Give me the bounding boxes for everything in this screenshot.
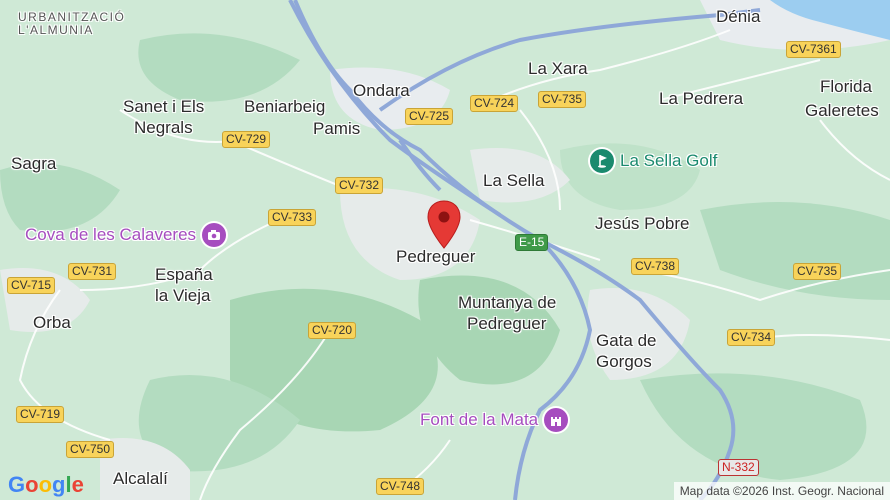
road-shield-cv734: CV-734 xyxy=(727,329,776,346)
road-shield-cv748: CV-748 xyxy=(376,478,425,495)
road-shield-cv715: CV-715 xyxy=(7,277,56,294)
road-shield-cv733: CV-733 xyxy=(268,209,317,226)
place-muntanya-line1: Muntanya de xyxy=(458,293,557,312)
place-urbanitzacio-line2: L'ALMUNIA xyxy=(18,23,94,37)
road-shield-cv735-east: CV-735 xyxy=(793,263,842,280)
poi-font-mata-label: Font de la Mata xyxy=(420,410,539,429)
place-la-pedrera: La Pedrera xyxy=(659,89,744,108)
road-shield-cv719: CV-719 xyxy=(16,406,65,423)
google-logo: Google xyxy=(8,472,84,497)
place-sagra: Sagra xyxy=(11,154,57,173)
place-sanet-line1: Sanet i Els xyxy=(123,97,205,116)
poi-cova-label: Cova de les Calaveres xyxy=(25,225,197,244)
place-alcalali: Alcalalí xyxy=(113,469,168,488)
place-pamis: Pamis xyxy=(313,119,361,138)
place-espana-line2: la Vieja xyxy=(155,286,211,305)
road-shield-cv750: CV-750 xyxy=(66,441,115,458)
golf-icon xyxy=(590,149,614,173)
map-canvas[interactable]: URBANITZACIÓ L'ALMUNIA Dénia Ondara La X… xyxy=(0,0,890,500)
place-gata-line1: Gata de xyxy=(596,331,657,350)
place-la-sella: La Sella xyxy=(483,171,545,190)
castle-icon xyxy=(544,408,569,432)
road-shield-cv735-north: CV-735 xyxy=(538,91,587,108)
road-shield-cv7361: CV-7361 xyxy=(786,41,841,58)
place-la-xara: La Xara xyxy=(528,59,588,78)
road-shield-cv729: CV-729 xyxy=(222,131,271,148)
road-shield-cv725: CV-725 xyxy=(405,108,454,125)
place-denia: Dénia xyxy=(716,7,761,26)
place-florida-line2: Galeretes xyxy=(805,101,879,120)
place-beniarbeig: Beniarbeig xyxy=(244,97,326,116)
poi-sella-golf-label: La Sella Golf xyxy=(620,151,718,170)
road-shield-cv732: CV-732 xyxy=(335,177,384,194)
place-gata-line2: Gorgos xyxy=(596,352,652,371)
poi-la-sella-golf[interactable]: La Sella Golf xyxy=(590,149,717,173)
place-jesus-pobre: Jesús Pobre xyxy=(595,214,690,233)
place-florida-line1: Florida xyxy=(820,77,872,96)
location-pin-icon[interactable] xyxy=(426,200,462,250)
camera-icon xyxy=(202,223,227,247)
road-shield-cv720: CV-720 xyxy=(308,322,357,339)
map-attribution[interactable]: Map data ©2026 Inst. Geogr. Nacional xyxy=(673,482,890,500)
place-ondara: Ondara xyxy=(353,81,410,100)
road-shield-e15: E-15 xyxy=(515,234,549,251)
place-muntanya-line2: Pedreguer xyxy=(467,314,547,333)
place-orba: Orba xyxy=(33,313,71,332)
place-espana-line1: España xyxy=(155,265,213,284)
road-shield-cv731: CV-731 xyxy=(68,263,117,280)
poi-font-de-la-mata[interactable]: Font de la Mata xyxy=(420,408,569,432)
poi-cova-de-les-calaveres[interactable]: Cova de les Calaveres xyxy=(25,223,227,247)
place-sanet-line2: Negrals xyxy=(134,118,193,137)
road-shield-cv738: CV-738 xyxy=(631,258,680,275)
road-shield-cv724: CV-724 xyxy=(470,95,519,112)
road-shield-n332: N-332 xyxy=(718,459,759,476)
